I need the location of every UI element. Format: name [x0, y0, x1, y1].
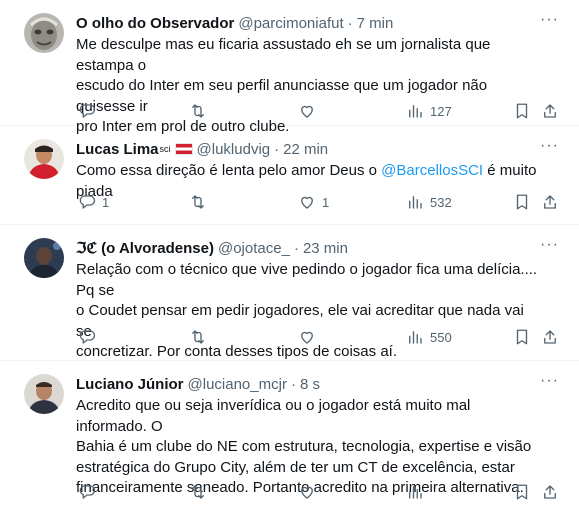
- avatar[interactable]: [24, 13, 64, 53]
- tweet[interactable]: Lucas Lima sci @lukludvig · 22 min ··· C…: [0, 126, 579, 225]
- tweet-header: Luciano Júnior @luciano_mcjr · 8 s: [76, 373, 563, 395]
- retweet-icon: [192, 485, 204, 499]
- timestamp[interactable]: 8 s: [300, 376, 320, 393]
- more-icon[interactable]: ···: [540, 373, 559, 389]
- reply-icon: [79, 485, 96, 499]
- tweet[interactable]: O olho do Observador @parcimoniafut · 7 …: [0, 0, 579, 135]
- like-button[interactable]: [298, 483, 322, 501]
- timestamp[interactable]: 23 min: [303, 240, 348, 257]
- views-button[interactable]: 550: [406, 328, 452, 346]
- like-count: 1: [322, 194, 330, 210]
- timestamp[interactable]: 7 min: [357, 15, 394, 32]
- reply-icon: [79, 330, 96, 344]
- separator: ·: [293, 239, 299, 257]
- avatar[interactable]: [24, 374, 64, 414]
- timestamp[interactable]: 22 min: [283, 141, 328, 158]
- bookmark-icon: [516, 484, 528, 500]
- views-button[interactable]: [406, 483, 430, 501]
- reply-count: 1: [102, 194, 110, 210]
- user-handle[interactable]: @luciano_mcjr: [188, 376, 287, 393]
- display-name[interactable]: O olho do Observador: [76, 15, 234, 32]
- reply-icon: [79, 195, 96, 209]
- reply-button[interactable]: [78, 328, 102, 346]
- share-button[interactable]: [541, 328, 559, 346]
- views-count: 550: [430, 329, 452, 345]
- tweet-text-line: Bahia é um clube do NE com estrutura, te…: [76, 438, 532, 455]
- tweet[interactable]: ℑℭ (o Alvoradense) @ojotace_ · 23 min ··…: [0, 225, 579, 361]
- more-icon[interactable]: ···: [540, 237, 559, 253]
- separator: ·: [347, 14, 353, 32]
- share-button[interactable]: [541, 102, 559, 120]
- reply-icon: [79, 104, 96, 118]
- tweet-text-line: Me desculpe mas eu ficaria assustado eh …: [76, 36, 491, 74]
- display-name[interactable]: Lucas Lima: [76, 141, 159, 158]
- tweet-header: ℑℭ (o Alvoradense) @ojotace_ · 23 min: [76, 237, 563, 259]
- avatar[interactable]: [24, 139, 64, 179]
- share-icon: [544, 485, 556, 499]
- share-button[interactable]: [541, 483, 559, 501]
- user-handle[interactable]: @lukludvig: [197, 141, 271, 158]
- retweet-icon: [192, 104, 204, 118]
- like-button[interactable]: 1: [298, 193, 329, 211]
- more-icon[interactable]: ···: [540, 138, 559, 154]
- retweet-button[interactable]: [189, 483, 213, 501]
- retweet-icon: [192, 195, 204, 209]
- like-button[interactable]: [298, 102, 322, 120]
- flag-icon: [174, 143, 193, 155]
- like-icon: [301, 331, 313, 344]
- mention-link[interactable]: @BarcellosSCI: [381, 162, 483, 179]
- display-name[interactable]: Luciano Júnior: [76, 376, 184, 393]
- views-count: 532: [430, 194, 452, 210]
- tweet-text-line: Acredito que ou seja inverídica ou o jog…: [76, 397, 471, 435]
- tweet-header: O olho do Observador @parcimoniafut · 7 …: [76, 12, 563, 34]
- bookmark-button[interactable]: [513, 483, 531, 501]
- tweet-text-line: Relação com o técnico que vive pedindo o…: [76, 261, 538, 299]
- separator: ·: [274, 140, 280, 158]
- reply-button[interactable]: [78, 483, 102, 501]
- reply-button[interactable]: 1: [78, 193, 109, 211]
- bookmark-icon: [516, 103, 528, 119]
- like-icon: [301, 196, 313, 209]
- tweet-feed: O olho do Observador @parcimoniafut · 7 …: [0, 0, 579, 514]
- like-button[interactable]: [298, 328, 322, 346]
- tweet-text-segment: Como essa direção é lenta pelo amor Deus…: [76, 162, 382, 179]
- tweet[interactable]: Luciano Júnior @luciano_mcjr · 8 s ··· A…: [0, 361, 579, 514]
- user-handle[interactable]: @parcimoniafut: [238, 15, 343, 32]
- reply-button[interactable]: [78, 102, 102, 120]
- like-icon: [301, 486, 313, 499]
- display-name[interactable]: ℑℭ (o Alvoradense): [76, 239, 214, 257]
- tweet-actions: [76, 473, 579, 513]
- share-icon: [544, 195, 556, 209]
- views-icon: [409, 105, 422, 118]
- views-button[interactable]: 127: [406, 102, 452, 120]
- views-icon: [409, 196, 422, 209]
- bookmark-button[interactable]: [513, 193, 531, 211]
- share-button[interactable]: [541, 193, 559, 211]
- views-icon: [409, 331, 422, 344]
- bookmark-button[interactable]: [513, 328, 531, 346]
- retweet-icon: [192, 330, 204, 344]
- bookmark-icon: [516, 329, 528, 345]
- more-icon[interactable]: ···: [540, 12, 559, 28]
- retweet-button[interactable]: [189, 328, 213, 346]
- like-icon: [301, 105, 313, 118]
- user-handle[interactable]: @ojotace_: [218, 240, 290, 257]
- bookmark-icon: [516, 194, 528, 210]
- tweet-actions: 550: [76, 318, 579, 358]
- separator: ·: [290, 375, 296, 393]
- tweet-header: Lucas Lima sci @lukludvig · 22 min: [76, 138, 563, 160]
- views-count: 127: [430, 103, 452, 119]
- views-icon: [409, 486, 422, 499]
- avatar[interactable]: [24, 238, 64, 278]
- retweet-button[interactable]: [189, 193, 213, 211]
- name-suffix: sci: [159, 144, 171, 154]
- tweet-actions: 1 1 532: [76, 183, 579, 223]
- share-icon: [544, 104, 556, 118]
- bookmark-button[interactable]: [513, 102, 531, 120]
- share-icon: [544, 330, 556, 344]
- retweet-button[interactable]: [189, 102, 213, 120]
- views-button[interactable]: 532: [406, 193, 452, 211]
